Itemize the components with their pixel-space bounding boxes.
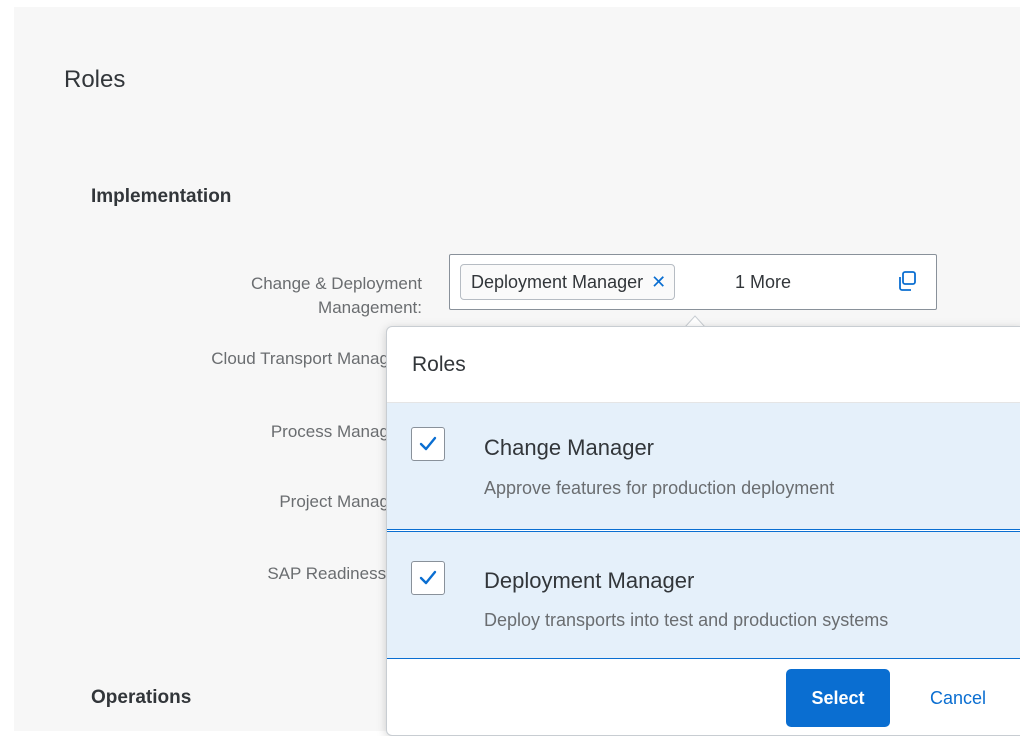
item-title: Deployment Manager <box>484 568 695 593</box>
field-label-line2: Management: <box>318 298 422 317</box>
roles-multi-input[interactable]: Deployment Manager ✕ 1 More <box>449 254 937 310</box>
value-help-icon[interactable] <box>895 269 919 293</box>
token-deployment-manager[interactable]: Deployment Manager ✕ <box>460 264 676 300</box>
checkmark-icon <box>419 570 437 585</box>
list-item-deployment-manager[interactable]: Deployment Manager Deploy transports int… <box>387 531 1020 659</box>
close-icon[interactable]: ✕ <box>651 272 666 293</box>
popover-title: Roles <box>412 353 466 376</box>
section-title-operations: Operations <box>91 687 192 708</box>
cancel-button[interactable]: Cancel <box>903 669 1013 727</box>
select-button[interactable]: Select <box>786 669 890 727</box>
list-item-change-manager[interactable]: Change Manager Approve features for prod… <box>387 402 1020 530</box>
page-title: Roles <box>64 66 126 93</box>
token-label: Deployment Manager <box>471 271 644 292</box>
section-title-implementation: Implementation <box>91 186 232 207</box>
item-description: Approve features for production deployme… <box>484 478 835 498</box>
field-label-line1: Change & Deployment <box>250 274 422 293</box>
item-title: Change Manager <box>484 435 655 460</box>
checkbox-change-manager[interactable] <box>411 427 445 461</box>
roles-popover: Roles Change Manager Approve features fo… <box>386 326 1020 736</box>
more-indicator[interactable]: 1 More <box>735 272 791 293</box>
checkbox-deployment-manager[interactable] <box>411 561 445 595</box>
checkmark-icon <box>419 436 437 451</box>
field-label-change-deployment: Change & Deployment Management: <box>162 272 422 320</box>
item-description: Deploy transports into test and producti… <box>484 610 889 630</box>
